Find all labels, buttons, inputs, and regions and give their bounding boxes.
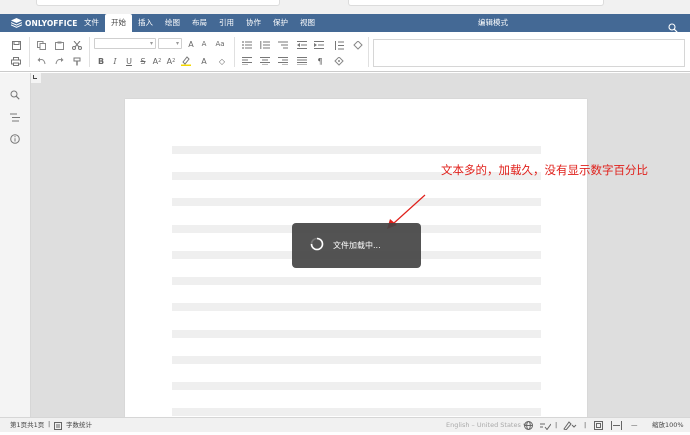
toolbar: ▾ ▾ A A Aa B I U S A2 A2 A ◇ ¶: [0, 32, 690, 72]
zoom-level[interactable]: 缩放100%: [652, 418, 684, 432]
onlyoffice-logo-icon: [11, 18, 22, 28]
font-size-select[interactable]: ▾: [158, 38, 182, 49]
superscript-button[interactable]: A2: [151, 55, 163, 67]
menu-view[interactable]: 视图: [294, 14, 321, 32]
navigation-icon[interactable]: [10, 107, 21, 122]
copy-icon[interactable]: [35, 39, 47, 51]
shading-icon[interactable]: [352, 39, 364, 51]
copy-style-icon[interactable]: [71, 55, 83, 67]
zoom-out-button[interactable]: —: [631, 418, 638, 432]
font-decrease-button[interactable]: A: [198, 38, 210, 50]
menu-home[interactable]: 开始: [105, 14, 132, 32]
redo-icon[interactable]: [53, 55, 65, 67]
underline-button[interactable]: U: [123, 55, 135, 67]
print-icon[interactable]: [10, 55, 22, 67]
word-count-icon[interactable]: [54, 421, 62, 435]
paragraph-marks-icon[interactable]: ¶: [314, 55, 326, 67]
menu-references[interactable]: 引用: [213, 14, 240, 32]
font-name-select[interactable]: ▾: [94, 38, 156, 49]
subscript-button[interactable]: A2: [165, 55, 177, 67]
info-icon[interactable]: [10, 129, 21, 144]
search-icon[interactable]: [10, 85, 21, 100]
highlight-color-icon[interactable]: [180, 55, 192, 67]
bullet-list-icon[interactable]: [241, 39, 253, 51]
change-case-button[interactable]: Aa: [212, 38, 228, 50]
menu-file[interactable]: 文件: [78, 14, 105, 32]
main-menu: 文件 开始 插入 绘图 布局 引用 协作 保护 视图: [78, 14, 321, 32]
toolbar-separator: [89, 37, 90, 67]
toolbar-separator: [234, 37, 235, 67]
globe-icon[interactable]: [524, 421, 533, 435]
toolbar-separator: [29, 37, 30, 67]
paste-icon[interactable]: [53, 39, 65, 51]
word-count-button[interactable]: 字数统计: [66, 418, 92, 432]
toolbar-separator: [368, 37, 369, 67]
status-separator: |: [584, 421, 587, 429]
undo-icon[interactable]: [35, 55, 47, 67]
strikethrough-button[interactable]: S: [137, 55, 149, 67]
multilevel-list-icon[interactable]: [277, 39, 289, 51]
page-info[interactable]: 第1页共1页: [10, 418, 44, 432]
menu-collaboration[interactable]: 协作: [240, 14, 267, 32]
fit-width-icon[interactable]: [611, 421, 622, 435]
status-separator: |: [555, 421, 558, 429]
browser-field-right[interactable]: [348, 0, 604, 6]
spell-check-icon[interactable]: [540, 421, 552, 435]
browser-top-strip: [0, 0, 690, 14]
paragraph-settings-icon[interactable]: [333, 55, 345, 67]
justify-icon[interactable]: [296, 55, 308, 67]
edit-mode-label: 编辑模式: [478, 18, 508, 27]
align-right-icon[interactable]: [277, 55, 289, 67]
increase-indent-icon[interactable]: [313, 39, 325, 51]
menu-protection[interactable]: 保护: [267, 14, 294, 32]
style-gallery[interactable]: [373, 39, 685, 67]
line-spacing-icon[interactable]: [333, 39, 345, 51]
align-center-icon[interactable]: [259, 55, 271, 67]
spinner-icon: [310, 237, 324, 251]
loading-dialog: 文件加载中...: [292, 223, 421, 268]
status-separator: |: [48, 420, 51, 428]
document-canvas[interactable]: 文本多的，加载久，没有显示数字百分比 文件加载中...: [31, 73, 690, 417]
font-increase-button[interactable]: A: [185, 38, 197, 50]
language-label: English – United States: [446, 421, 521, 429]
brand-name: ONLYOFFICE: [25, 18, 78, 28]
status-bar: 第1页共1页 | 字数统计 English – United States ▾ …: [0, 417, 690, 432]
save-icon[interactable]: [10, 39, 22, 51]
bold-button[interactable]: B: [95, 55, 107, 67]
decrease-indent-icon[interactable]: [296, 39, 308, 51]
font-color-button[interactable]: A: [198, 55, 210, 67]
language-selector[interactable]: English – United States ▾: [446, 418, 526, 432]
track-changes-icon[interactable]: [563, 421, 577, 435]
cut-icon[interactable]: [71, 39, 83, 51]
numbered-list-icon[interactable]: [259, 39, 271, 51]
left-sidebar: [0, 73, 31, 417]
menu-layout[interactable]: 布局: [186, 14, 213, 32]
menu-draw[interactable]: 绘图: [159, 14, 186, 32]
clear-style-icon[interactable]: ◇: [216, 55, 228, 67]
italic-button[interactable]: I: [109, 55, 121, 67]
loading-text: 文件加载中...: [333, 241, 381, 250]
onlyoffice-logo: ONLYOFFICE: [11, 16, 77, 30]
fit-page-icon[interactable]: [594, 421, 603, 435]
align-left-icon[interactable]: [241, 55, 253, 67]
title-bar: ONLYOFFICE 文件 开始 插入 绘图 布局 引用 协作 保护 视图 编辑…: [0, 14, 690, 33]
browser-field-left[interactable]: [36, 0, 280, 6]
menu-insert[interactable]: 插入: [132, 14, 159, 32]
